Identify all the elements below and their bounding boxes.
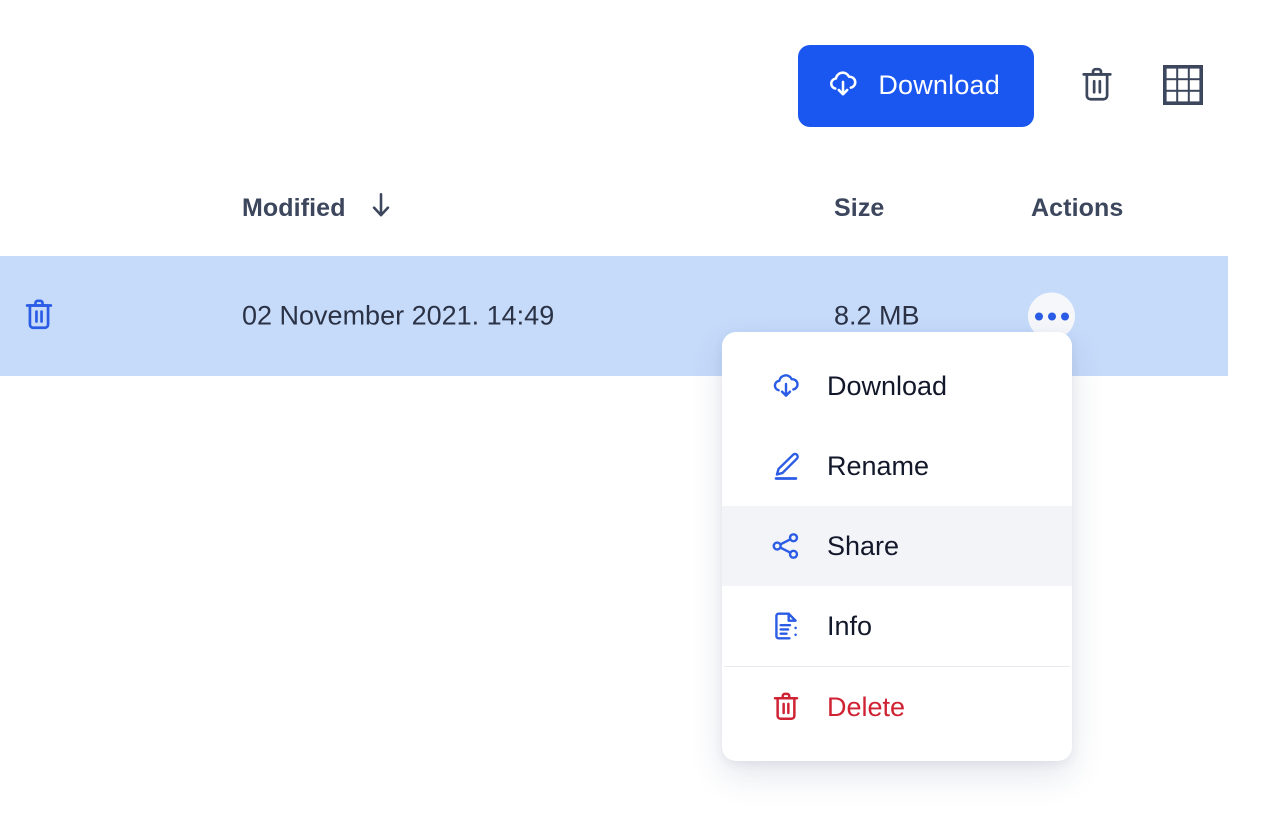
ellipsis-icon [1035,312,1043,320]
context-menu-item-rename[interactable]: Rename [722,426,1072,506]
context-menu-item-delete[interactable]: Delete [722,667,1072,747]
trash-icon [770,691,802,723]
table-column-headers: Modified Size Actions [0,182,1228,234]
toolbar-delete-button[interactable] [1074,60,1120,112]
column-header-size-label: Size [834,194,884,223]
cell-size: 8.2 MB [834,303,920,330]
row-context-menu: Download Rename Share [722,332,1072,761]
context-menu-item-rename-label: Rename [827,453,929,480]
download-button-label: Download [878,72,1000,101]
trash-icon [22,296,56,337]
context-menu-item-delete-label: Delete [827,694,905,721]
column-header-actions: Actions [1031,182,1123,234]
document-info-icon [770,610,802,642]
column-header-modified[interactable]: Modified [242,182,394,234]
grid-view-toggle-button[interactable] [1160,60,1206,112]
share-nodes-icon [770,530,802,562]
top-toolbar: Download [0,45,1228,127]
column-header-size[interactable]: Size [834,182,884,234]
context-menu-item-share-label: Share [827,533,899,560]
cell-modified: 02 November 2021. 14:49 [242,303,554,330]
context-menu-item-info[interactable]: Info [722,586,1072,666]
ellipsis-icon [1048,312,1056,320]
cloud-download-icon [826,67,860,106]
column-header-actions-label: Actions [1031,194,1123,223]
pencil-edit-icon [770,450,802,482]
download-button[interactable]: Download [798,45,1034,127]
context-menu-item-download-label: Download [827,373,947,400]
context-menu-item-share[interactable]: Share [722,506,1072,586]
grid-view-icon [1161,63,1205,110]
column-header-modified-label: Modified [242,194,346,223]
context-menu-item-info-label: Info [827,613,872,640]
context-menu-item-download[interactable]: Download [722,346,1072,426]
arrow-down-icon [368,190,394,227]
cloud-download-icon [770,370,802,402]
trash-icon [1078,64,1116,109]
row-delete-button[interactable] [22,297,56,335]
ellipsis-icon [1061,312,1069,320]
